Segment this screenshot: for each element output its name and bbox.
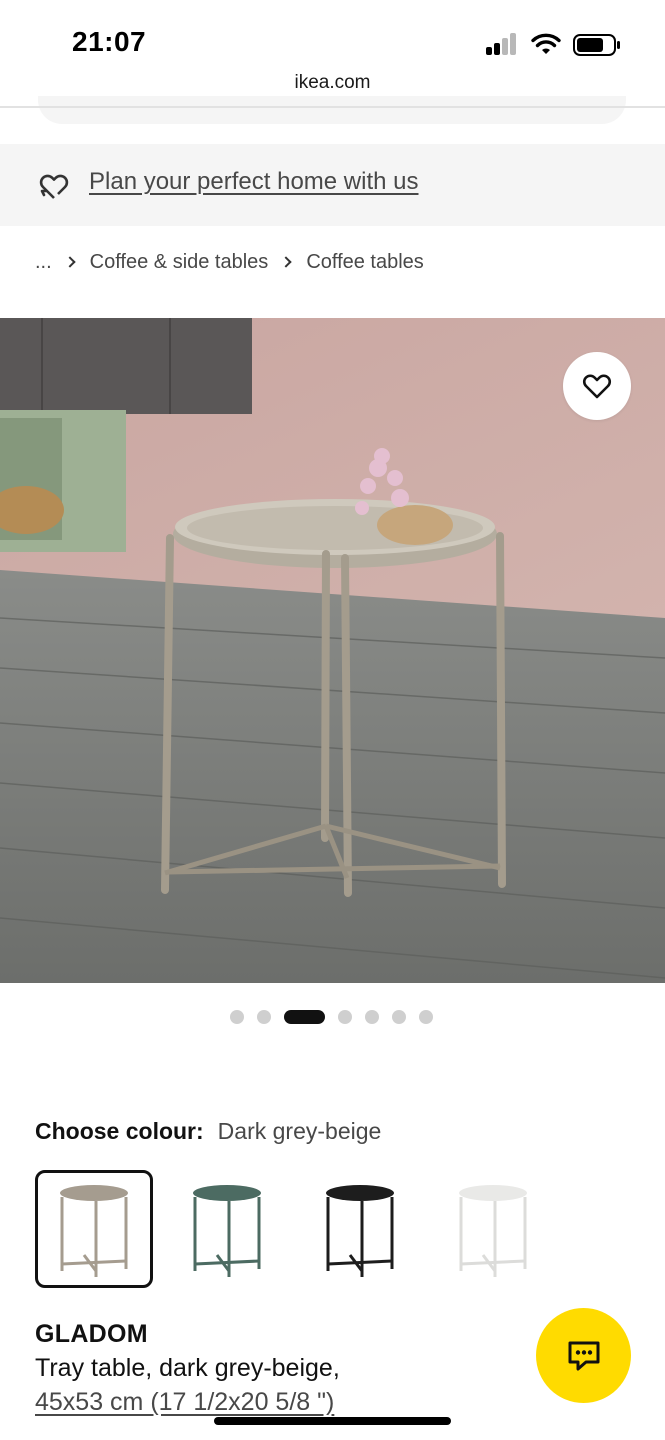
table-thumbnail	[193, 1185, 261, 1277]
product-photo	[0, 318, 665, 983]
product-description: Tray table, dark grey-beige,	[35, 1354, 340, 1382]
colour-label: Choose colour:	[35, 1118, 204, 1144]
table-thumbnail	[459, 1185, 527, 1277]
heart-icon	[583, 374, 611, 399]
breadcrumb-item-coffee-tables[interactable]: Coffee tables	[306, 251, 424, 274]
status-bar: 21:07	[0, 0, 665, 66]
table-thumbnail	[326, 1185, 394, 1277]
breadcrumb: ... Coffee & side tables Coffee tables	[35, 248, 424, 276]
header-divider	[0, 106, 665, 108]
search-bar-edge[interactable]	[38, 96, 626, 124]
colour-selector-heading: Choose colour: Dark grey-beige	[35, 1118, 381, 1145]
home-indicator	[214, 1417, 451, 1425]
colour-value: Dark grey-beige	[217, 1118, 382, 1144]
image-pagination[interactable]	[230, 1010, 433, 1024]
chat-icon	[568, 1341, 599, 1370]
colour-option-white[interactable]	[434, 1170, 552, 1288]
wifi-icon	[531, 33, 561, 54]
battery-icon	[573, 34, 620, 56]
product-size-link[interactable]: 45x53 cm (17 1/2x20 5/8 ")	[35, 1388, 334, 1417]
chevron-right-icon	[280, 256, 292, 268]
table-thumbnail	[60, 1185, 128, 1277]
colour-option-black[interactable]	[301, 1170, 419, 1288]
colour-option-dark-grey-beige[interactable]	[35, 1170, 153, 1288]
product-name: GLADOM	[35, 1320, 148, 1348]
product-image[interactable]	[0, 318, 665, 983]
plan-heart-icon	[39, 174, 69, 199]
chevron-right-icon	[64, 256, 76, 268]
breadcrumb-item-coffee-side-tables[interactable]: Coffee & side tables	[90, 251, 269, 274]
breadcrumb-ellipsis[interactable]: ...	[35, 251, 52, 274]
plan-link[interactable]: Plan your perfect home with us	[89, 168, 419, 196]
pager-dot[interactable]	[230, 1010, 244, 1024]
cellular-signal-icon	[486, 33, 520, 55]
status-time: 21:07	[72, 26, 147, 57]
pager-dot-active[interactable]	[284, 1010, 325, 1024]
plan-banner[interactable]: Plan your perfect home with us	[0, 144, 665, 226]
colour-swatches	[35, 1170, 552, 1288]
favourite-button[interactable]	[563, 352, 631, 420]
colour-option-green[interactable]	[168, 1170, 286, 1288]
pager-dot[interactable]	[392, 1010, 406, 1024]
chat-button[interactable]	[536, 1308, 631, 1403]
url-text: ikea.com	[294, 72, 371, 93]
pager-dot[interactable]	[419, 1010, 433, 1024]
pager-dot[interactable]	[338, 1010, 352, 1024]
pager-dot[interactable]	[365, 1010, 379, 1024]
pager-dot[interactable]	[257, 1010, 271, 1024]
